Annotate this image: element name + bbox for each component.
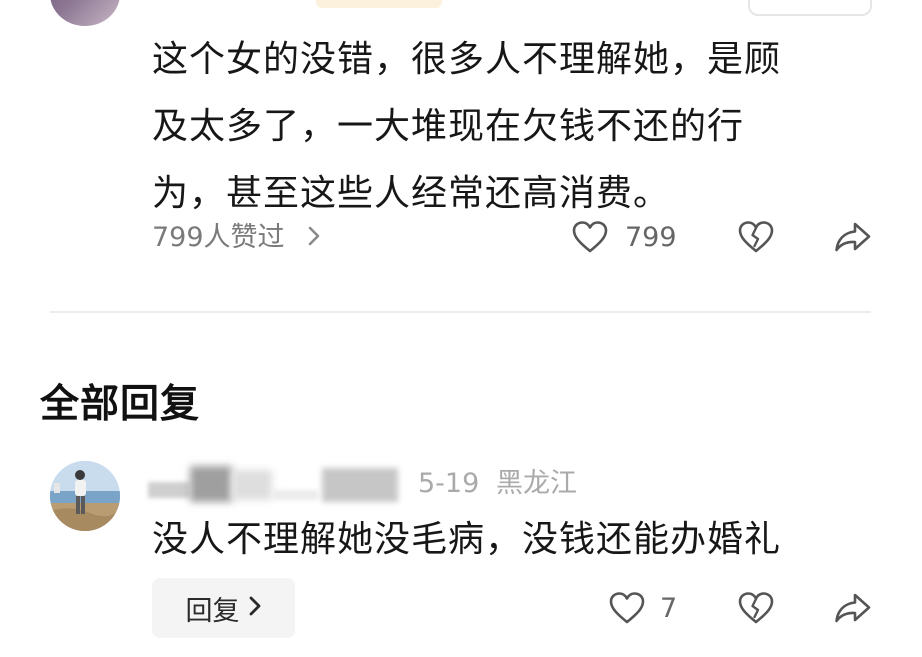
username-blurred bbox=[322, 468, 398, 502]
username-blurred bbox=[232, 470, 272, 500]
share-button[interactable] bbox=[832, 221, 874, 257]
likers-link[interactable]: 799人赞过 bbox=[152, 220, 321, 256]
share-arrow-icon bbox=[833, 591, 873, 629]
username-blurred bbox=[190, 466, 232, 502]
follow-button[interactable] bbox=[748, 0, 872, 16]
chevron-right-icon bbox=[248, 593, 262, 624]
dislike-button[interactable] bbox=[736, 221, 776, 257]
reply-like-button[interactable] bbox=[607, 592, 647, 628]
reply-location: 黑龙江 bbox=[496, 468, 577, 499]
chevron-right-icon bbox=[307, 221, 321, 257]
reply-date: 5-19 bbox=[418, 468, 480, 499]
reply-button-label: 回复 bbox=[185, 595, 240, 627]
author-avatar[interactable] bbox=[50, 0, 120, 26]
reply-dislike-button[interactable] bbox=[736, 592, 776, 628]
reply-button[interactable]: 回复 bbox=[152, 578, 295, 638]
comment-body: 这个女的没错，很多人不理解她，是顾 及太多了，一大堆现在欠钱不还的行 为，甚至这… bbox=[152, 39, 782, 214]
section-title: 全部回复 bbox=[40, 382, 201, 427]
reply-like-count: 7 bbox=[660, 593, 678, 624]
author-tag bbox=[316, 0, 442, 8]
reply-avatar[interactable] bbox=[50, 461, 120, 531]
like-count: 799 bbox=[625, 222, 677, 253]
section-divider bbox=[50, 311, 871, 313]
username-blurred bbox=[148, 482, 190, 498]
heart-outline-icon bbox=[608, 591, 646, 629]
reply-share-button[interactable] bbox=[832, 592, 874, 628]
heart-outline-icon bbox=[571, 220, 609, 258]
share-arrow-icon bbox=[833, 220, 873, 258]
broken-heart-icon bbox=[737, 220, 775, 258]
username-blurred bbox=[272, 490, 318, 500]
reply-body: 没人不理解她没毛病，没钱还能办婚礼 bbox=[152, 519, 782, 560]
broken-heart-icon bbox=[737, 591, 775, 629]
likers-text: 799人赞过 bbox=[152, 222, 285, 253]
like-button[interactable] bbox=[570, 221, 610, 257]
